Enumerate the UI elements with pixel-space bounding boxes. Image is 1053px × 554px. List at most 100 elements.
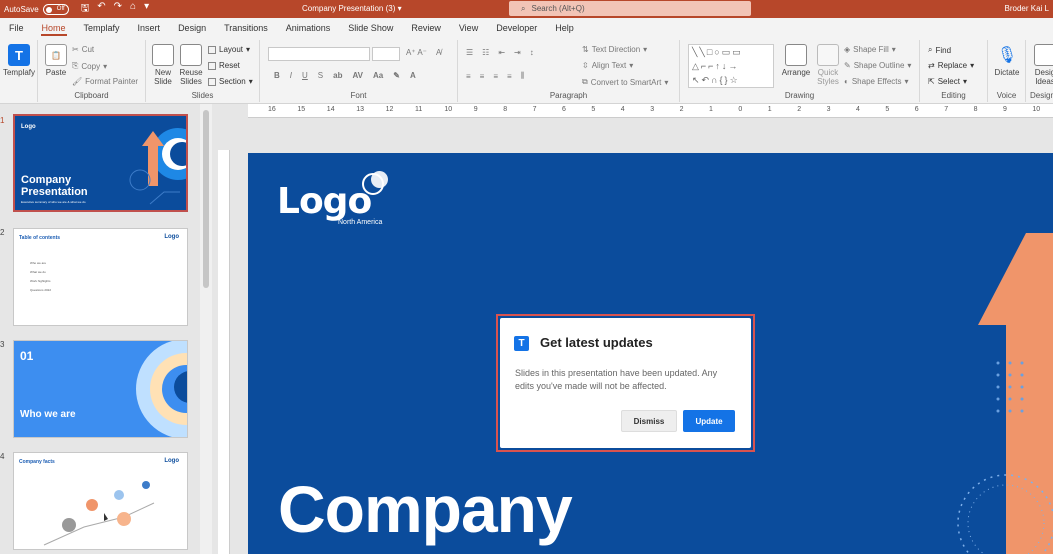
font-name-select[interactable] [268, 47, 370, 61]
arrange-label: Arrange [781, 68, 811, 77]
document-title[interactable]: Company Presentation (3) ▾ [302, 4, 402, 13]
tab-view[interactable]: View [450, 18, 487, 38]
shape-fill-label: Shape Fill [853, 45, 889, 54]
font-group-label: Font [350, 91, 367, 100]
slide-thumbnail-1[interactable]: Logo Company Presentation Executive summ… [13, 114, 188, 212]
align-left-icon[interactable]: ≡ [466, 72, 471, 81]
slide-thumbnail-2[interactable]: Table of contents Logo Who we are What w… [13, 228, 188, 326]
align-text-button[interactable]: ⇳ Align Text ▾ [582, 61, 633, 70]
slide-thumbnail-4[interactable]: Company facts Logo [13, 452, 188, 550]
autosave[interactable]: AutoSave Off [4, 3, 69, 15]
align-center-icon[interactable]: ≡ [480, 72, 485, 81]
slide-thumbnail-3[interactable]: 01 Who we are [13, 340, 188, 438]
bullets-icon[interactable]: ☰ [466, 48, 473, 57]
justify-icon[interactable]: ≡ [507, 72, 512, 81]
autosave-toggle[interactable]: Off [42, 3, 69, 15]
select-icon: ⇱ [928, 77, 935, 86]
tab-insert[interactable]: Insert [129, 18, 170, 38]
new-slide-button[interactable]: New Slide [150, 44, 176, 86]
reset-icon [208, 61, 216, 70]
tab-developer[interactable]: Developer [487, 18, 546, 38]
highlight-icon[interactable]: ✎ [393, 71, 400, 80]
quick-styles-button[interactable]: Quick Styles [814, 44, 842, 86]
clear-format-icon[interactable]: A̸ [436, 48, 441, 57]
paste-label: Paste [45, 68, 67, 77]
layout-label: Layout [219, 45, 244, 54]
tab-animations[interactable]: Animations [277, 18, 340, 38]
scrollbar-thumb[interactable] [203, 110, 209, 288]
thumbnail-scrollbar[interactable] [200, 104, 212, 554]
update-button[interactable]: Update [683, 410, 735, 432]
replace-button[interactable]: ⇄ Replace ▾ [928, 61, 974, 70]
paint-bucket-icon: ◈ [844, 45, 851, 54]
ruler-tick-label: 10 [1032, 106, 1041, 113]
section-button[interactable]: Section ▾ [208, 77, 253, 86]
tab-transitions[interactable]: Transitions [215, 18, 277, 38]
shape-fill-button[interactable]: ◈ Shape Fill ▾ [844, 45, 896, 54]
strikethrough-button[interactable]: S [318, 71, 323, 80]
copy-button[interactable]: ⎘ Copy ▾ [72, 61, 107, 71]
tab-file[interactable]: File [0, 18, 33, 38]
search-input[interactable]: ⌕ Search (Alt+Q) [509, 1, 751, 16]
replace-label: Replace [937, 61, 968, 70]
present-icon[interactable]: ⌂ [130, 1, 136, 18]
undo-icon[interactable]: ↶ [97, 1, 105, 18]
shape-effects-button[interactable]: ◐ Shape Effects ▾ [844, 77, 909, 86]
title-bar: AutoSave Off 🖫 ↶ ↷ ⌂ ▾ Company Presentat… [0, 0, 1053, 18]
tab-help[interactable]: Help [546, 18, 583, 38]
customize-icon[interactable]: ▾ [144, 1, 149, 18]
shadow-icon[interactable]: ab [333, 71, 342, 80]
change-case-icon[interactable]: Aa [373, 71, 383, 80]
thumb-graphic [43, 481, 155, 546]
char-spacing-icon[interactable]: AV [352, 71, 363, 80]
italic-button[interactable]: I [290, 71, 292, 80]
tab-design[interactable]: Design [169, 18, 215, 38]
user-name[interactable]: Broder Kai L [1005, 4, 1049, 13]
ruler-tick-label: 2 [679, 106, 684, 113]
align-right-icon[interactable]: ≡ [493, 72, 498, 81]
select-button[interactable]: ⇱ Select ▾ [928, 77, 967, 86]
shapes-gallery[interactable]: ╲╲□○▭▭ △⌐⌐↑↓→ ↖↶∩{}☆ [688, 44, 774, 88]
tab-slide-show[interactable]: Slide Show [339, 18, 402, 38]
save-icon[interactable]: 🖫 [81, 1, 90, 18]
tab-review[interactable]: Review [402, 18, 450, 38]
arrange-button[interactable]: Arrange [780, 44, 812, 77]
find-icon: ⌕ [928, 45, 933, 54]
slide-logo[interactable]: Logo [277, 181, 372, 222]
dictate-button[interactable]: 🎙 Dictate [992, 44, 1022, 77]
thumb-title: Table of contents [19, 235, 61, 241]
paste-button[interactable]: 📋 Paste [44, 44, 68, 77]
reset-button[interactable]: Reset [208, 61, 240, 70]
smartart-button[interactable]: ⧉ Convert to SmartArt ▾ [582, 77, 668, 87]
voice-group: 🎙 Dictate Voice [988, 40, 1026, 102]
font-size-select[interactable] [372, 47, 400, 61]
tab-templafy[interactable]: Templafy [75, 18, 129, 38]
templafy-button[interactable]: T Templafy [2, 44, 36, 77]
replace-icon: ⇄ [928, 61, 935, 70]
reuse-slides-button[interactable]: Reuse Slides [178, 44, 204, 86]
slide-title[interactable]: Company [278, 471, 573, 547]
section-icon [208, 77, 216, 86]
tab-home[interactable]: Home [33, 18, 75, 38]
increase-indent-icon[interactable]: ⇥ [514, 48, 521, 57]
grow-font-icon[interactable]: A⁺ A⁻ [406, 48, 427, 57]
bold-button[interactable]: B [274, 71, 280, 80]
numbering-icon[interactable]: ☷ [482, 48, 489, 57]
line-spacing-icon[interactable]: ↕ [530, 48, 534, 57]
underline-button[interactable]: U [302, 71, 308, 80]
cut-button[interactable]: ✂ Cut [72, 45, 94, 54]
slide-number: 2 [0, 228, 5, 237]
slide-number: 3 [0, 340, 5, 349]
update-dialog: T Get latest updates Slides in this pres… [500, 318, 751, 448]
font-color-icon[interactable]: A [410, 71, 416, 80]
shape-outline-button[interactable]: ✎ Shape Outline ▾ [844, 61, 911, 70]
columns-icon[interactable]: ⫼ [521, 71, 525, 81]
redo-icon[interactable]: ↷ [114, 1, 122, 18]
dismiss-button[interactable]: Dismiss [621, 410, 677, 432]
format-painter-button[interactable]: 🖌 Format Painter [72, 77, 138, 86]
design-ideas-button[interactable]: Desig Ideas [1030, 44, 1053, 86]
text-direction-button[interactable]: ⇅ Text Direction ▾ [582, 45, 647, 54]
find-button[interactable]: ⌕ Find [928, 45, 951, 55]
layout-button[interactable]: Layout ▾ [208, 45, 250, 54]
decrease-indent-icon[interactable]: ⇤ [498, 48, 505, 57]
